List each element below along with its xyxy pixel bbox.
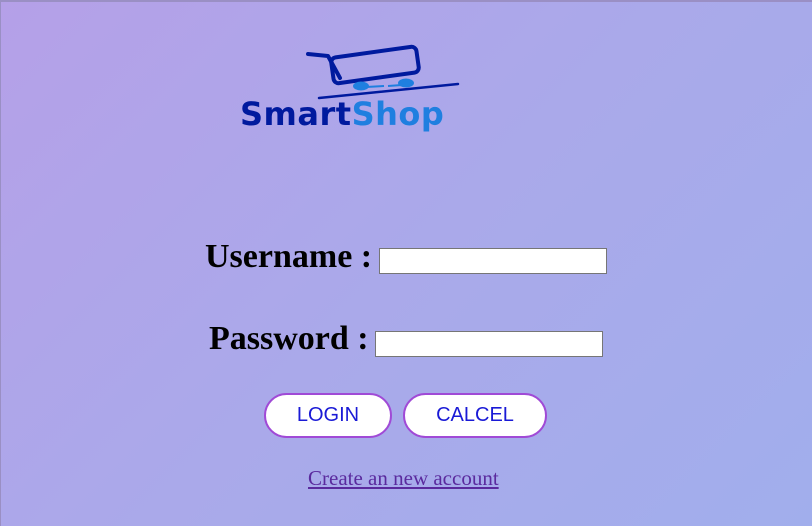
smartshop-logo: SmartShop: [236, 40, 536, 140]
create-account-link[interactable]: Create an new account: [308, 466, 499, 491]
password-input[interactable]: [375, 331, 603, 357]
brand-part-shop: Shop: [351, 95, 445, 133]
left-border: [0, 0, 1, 526]
top-border: [0, 0, 812, 2]
username-label: Username :: [205, 238, 373, 275]
cancel-button[interactable]: CALCEL: [403, 393, 547, 438]
login-button[interactable]: LOGIN: [264, 393, 392, 438]
brand-part-smart: Smart: [240, 95, 352, 133]
username-input[interactable]: [379, 248, 607, 274]
password-label: Password :: [209, 320, 369, 357]
brand-name: SmartShop: [240, 98, 444, 130]
